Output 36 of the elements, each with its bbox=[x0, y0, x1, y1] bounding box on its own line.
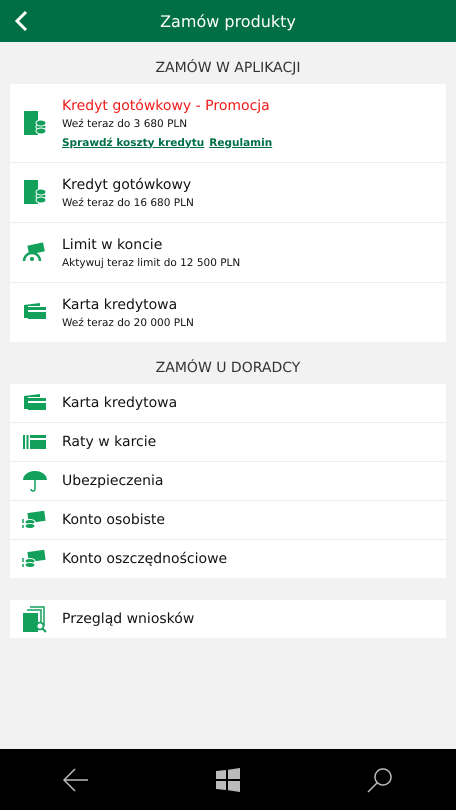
search-icon[interactable] bbox=[366, 766, 393, 792]
documents-search-icon bbox=[22, 606, 48, 632]
product-description: Aktywuj teraz limit do 12 500 PLN bbox=[62, 256, 240, 268]
windows-icon[interactable] bbox=[216, 768, 240, 792]
link[interactable]: Regulamin bbox=[209, 136, 272, 148]
back-chevron-icon bbox=[14, 10, 28, 32]
product-row[interactable]: Konto osobiste bbox=[10, 500, 446, 539]
product-row[interactable]: Przegląd wniosków bbox=[10, 600, 446, 638]
product-row[interactable]: Kredyt gotówkowy Weź teraz do 16 680 PLN bbox=[10, 162, 446, 222]
product-title: Karta kredytowa bbox=[62, 296, 178, 312]
product-description: Weź teraz do 20 000 PLN bbox=[62, 316, 194, 328]
product-row[interactable]: Raty w karcie bbox=[10, 422, 446, 461]
product-row[interactable]: Ubezpieczenia bbox=[10, 461, 446, 500]
product-title: Kredyt gotówkowy bbox=[62, 176, 192, 192]
product-title: Karta kredytowa bbox=[62, 395, 178, 411]
link[interactable]: Sprawdź koszty kredytu bbox=[62, 136, 204, 148]
section-heading: ZAMÓW U DORADCY bbox=[154, 358, 302, 378]
section-heading: ZAMÓW W APLIKACJI bbox=[154, 58, 302, 78]
product-row[interactable]: Konto oszczędnościowe bbox=[10, 539, 446, 578]
loan-coins-icon bbox=[22, 179, 48, 206]
loan-coins-icon bbox=[22, 110, 48, 136]
product-title: Kredyt gotówkowy - Promocja bbox=[62, 98, 271, 114]
product-title: Konto oszczędnościowe bbox=[62, 551, 228, 567]
product-row[interactable]: Kredyt gotówkowy - Promocja Weź teraz do 3 680 PLN Sprawdź koszty kredytu Regulamin bbox=[10, 84, 446, 162]
screen-title: Zamów produkty bbox=[160, 12, 296, 30]
product-row[interactable]: Karta kredytowa Weź teraz do 20 000 PLN bbox=[10, 282, 446, 342]
product-description: Weź teraz do 3 680 PLN bbox=[62, 118, 188, 130]
product-title: Ubezpieczenia bbox=[62, 473, 164, 489]
product-row[interactable]: Limit w koncie Aktywuj teraz limit do 12 500 PLN bbox=[10, 222, 446, 282]
product-title: Przegląd wniosków bbox=[62, 611, 194, 627]
product-description: Weź teraz do 16 680 PLN bbox=[62, 196, 194, 208]
product-title: Limit w koncie bbox=[62, 236, 164, 252]
back-arrow-icon[interactable] bbox=[63, 766, 90, 792]
product-title: Raty w karcie bbox=[62, 434, 156, 450]
product-row[interactable]: Karta kredytowa bbox=[10, 384, 446, 422]
product-title: Konto osobiste bbox=[62, 512, 166, 528]
